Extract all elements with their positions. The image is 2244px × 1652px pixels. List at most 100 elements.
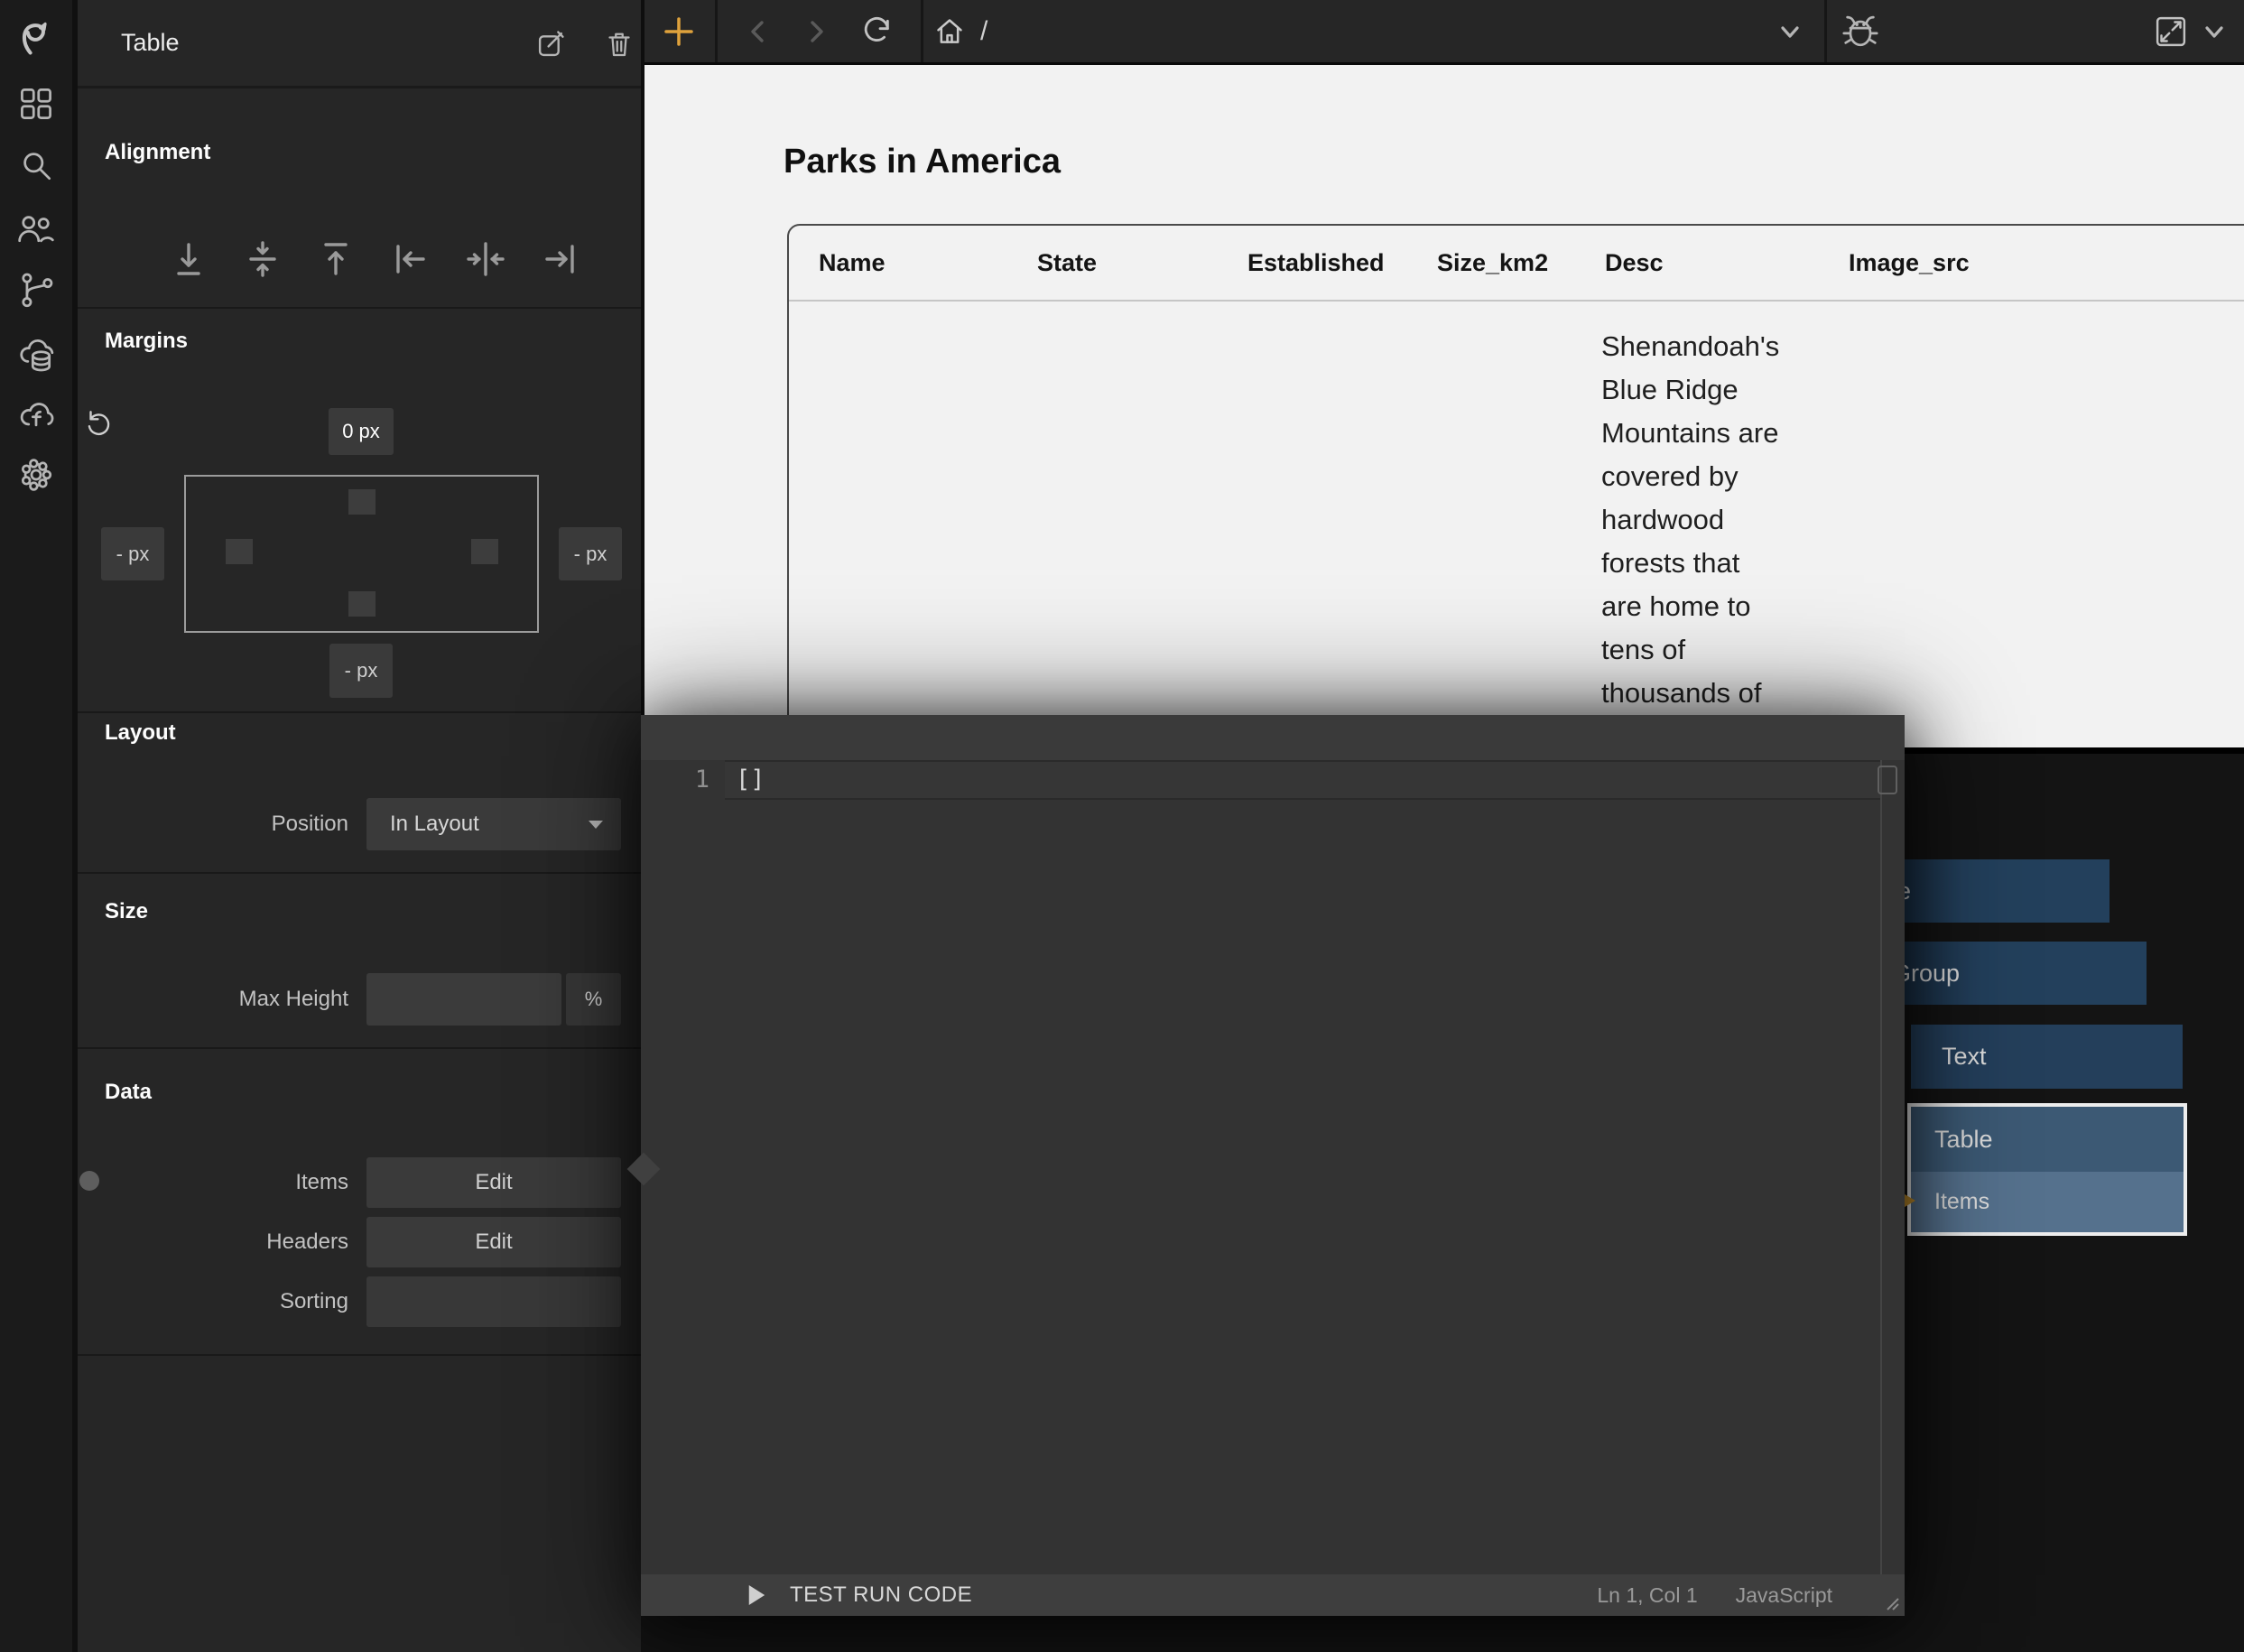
align-center-vertical-button[interactable] xyxy=(243,237,286,281)
toolbar-divider xyxy=(1824,0,1827,62)
column-header-image: Image_src xyxy=(1849,226,1970,300)
desc-line: are home to xyxy=(1601,585,1818,628)
align-bottom-button[interactable] xyxy=(169,237,212,281)
resize-grip-icon[interactable] xyxy=(1883,1594,1899,1610)
components-grid-icon[interactable] xyxy=(15,83,57,125)
tree-node-text[interactable]: Text xyxy=(1911,1025,2183,1089)
alignment-section-label: Alignment xyxy=(105,140,210,165)
cursor-position: Ln 1, Col 1 xyxy=(1597,1583,1697,1608)
refresh-icon[interactable] xyxy=(858,14,894,50)
max-height-unit[interactable]: % xyxy=(566,973,621,1026)
editor-status-bar: TEST RUN CODE Ln 1, Col 1 JavaScript xyxy=(641,1574,1905,1616)
data-section-label: Data xyxy=(105,1080,152,1105)
column-header-name: Name xyxy=(819,226,886,300)
section-divider xyxy=(78,1047,641,1049)
column-header-size: Size_km2 xyxy=(1437,226,1548,300)
active-code-line[interactable]: [] xyxy=(725,760,1880,800)
cloud-functions-icon[interactable] xyxy=(15,394,57,435)
margin-top-handle[interactable] xyxy=(348,489,376,515)
headers-edit-button[interactable]: Edit xyxy=(366,1217,621,1267)
section-divider xyxy=(78,1354,641,1356)
position-value: In Layout xyxy=(366,798,621,850)
column-header-state: State xyxy=(1037,226,1097,300)
size-section-label: Size xyxy=(105,899,148,924)
home-icon[interactable] xyxy=(932,14,968,50)
align-right-button[interactable] xyxy=(538,237,581,281)
column-header-established: Established xyxy=(1247,226,1385,300)
margin-left-handle[interactable] xyxy=(226,539,253,564)
rename-icon[interactable] xyxy=(533,27,568,61)
tree-node-items[interactable]: Items xyxy=(1911,1172,2184,1232)
page-select-chevron-icon[interactable] xyxy=(1775,22,1805,43)
items-edit-button[interactable]: Edit xyxy=(366,1157,621,1208)
margins-section-label: Margins xyxy=(105,329,188,354)
back-icon[interactable] xyxy=(743,16,774,47)
desc-line: covered by xyxy=(1601,455,1818,498)
column-header-desc: Desc xyxy=(1605,226,1664,300)
align-top-button[interactable] xyxy=(316,237,359,281)
forward-icon[interactable] xyxy=(801,16,831,47)
run-play-icon[interactable] xyxy=(746,1583,766,1607)
tree-node-label: Items xyxy=(1934,1189,1989,1214)
desc-line: Shenandoah's xyxy=(1601,325,1818,368)
app-root: Table Alignment Margin xyxy=(0,0,2244,1652)
page-heading: Parks in America xyxy=(784,141,1061,182)
preview-canvas[interactable]: Parks in America Name State Established … xyxy=(644,65,2244,747)
chevron-down-icon xyxy=(589,821,603,829)
tree-node-label: Text xyxy=(1942,1043,1987,1070)
git-branch-icon[interactable] xyxy=(15,268,57,310)
desc-line: forests that xyxy=(1601,542,1818,585)
margin-left-value[interactable]: - px xyxy=(101,527,164,580)
tree-node-table[interactable]: Table xyxy=(1911,1107,2184,1172)
properties-panel: Table Alignment Margin xyxy=(78,0,641,1652)
table-header-row: Name State Established Size_km2 Desc Ima… xyxy=(789,226,2244,302)
desc-line: thousands of xyxy=(1601,672,1818,715)
section-divider xyxy=(78,711,641,713)
items-label: Items xyxy=(150,1157,348,1208)
code-content[interactable]: [] xyxy=(725,762,1880,798)
align-left-button[interactable] xyxy=(389,237,432,281)
desc-line: hardwood xyxy=(1601,498,1818,542)
preview-options-chevron-icon[interactable] xyxy=(2199,22,2230,43)
margin-bottom-handle[interactable] xyxy=(348,591,376,617)
desc-cell-text: Shenandoah's Blue Ridge Mountains are co… xyxy=(1601,325,1818,715)
path-segment[interactable]: / xyxy=(980,0,988,62)
panel-header: Table xyxy=(78,0,641,88)
max-height-input[interactable] xyxy=(366,973,561,1026)
sorting-label: Sorting xyxy=(150,1276,348,1327)
debug-bug-icon[interactable] xyxy=(1840,10,1881,51)
desc-line: Blue Ridge xyxy=(1601,368,1818,412)
margin-right-value[interactable]: - px xyxy=(559,527,622,580)
language-label[interactable]: JavaScript xyxy=(1736,1583,1832,1608)
align-center-horizontal-button[interactable] xyxy=(464,237,507,281)
desc-line: Mountains are xyxy=(1601,412,1818,455)
section-divider xyxy=(78,307,641,309)
data-sources-icon[interactable] xyxy=(15,334,57,376)
parks-table: Name State Established Size_km2 Desc Ima… xyxy=(787,224,2244,747)
users-icon[interactable] xyxy=(15,208,57,249)
tree-node-table-selected[interactable]: Table Items xyxy=(1907,1103,2187,1236)
search-icon[interactable] xyxy=(15,144,57,186)
position-label: Position xyxy=(168,798,348,850)
icon-rail xyxy=(0,0,72,1652)
margin-bottom-value[interactable]: - px xyxy=(329,644,393,698)
preview-toolbar: / xyxy=(644,0,2244,65)
headers-label: Headers xyxy=(150,1217,348,1267)
settings-gear-icon[interactable] xyxy=(15,454,57,496)
toddle-logo-icon[interactable] xyxy=(15,17,57,59)
add-icon[interactable] xyxy=(660,13,698,51)
toolbar-divider xyxy=(715,0,718,62)
editor-scrollbar-thumb[interactable] xyxy=(1878,766,1897,794)
reset-margins-icon[interactable] xyxy=(82,406,116,441)
position-select[interactable]: In Layout xyxy=(366,798,621,850)
delete-icon[interactable] xyxy=(603,27,635,61)
margin-top-value[interactable]: 0 px xyxy=(329,408,394,455)
max-height-label: Max Height xyxy=(150,973,348,1026)
expand-preview-icon[interactable] xyxy=(2152,13,2190,51)
margin-box-diagram xyxy=(184,475,539,633)
margin-right-handle[interactable] xyxy=(471,539,498,564)
line-number: 1 xyxy=(641,762,709,798)
items-connection-dot xyxy=(79,1171,99,1191)
test-run-code-button[interactable]: TEST RUN CODE xyxy=(790,1582,972,1608)
sorting-input[interactable] xyxy=(366,1276,621,1327)
